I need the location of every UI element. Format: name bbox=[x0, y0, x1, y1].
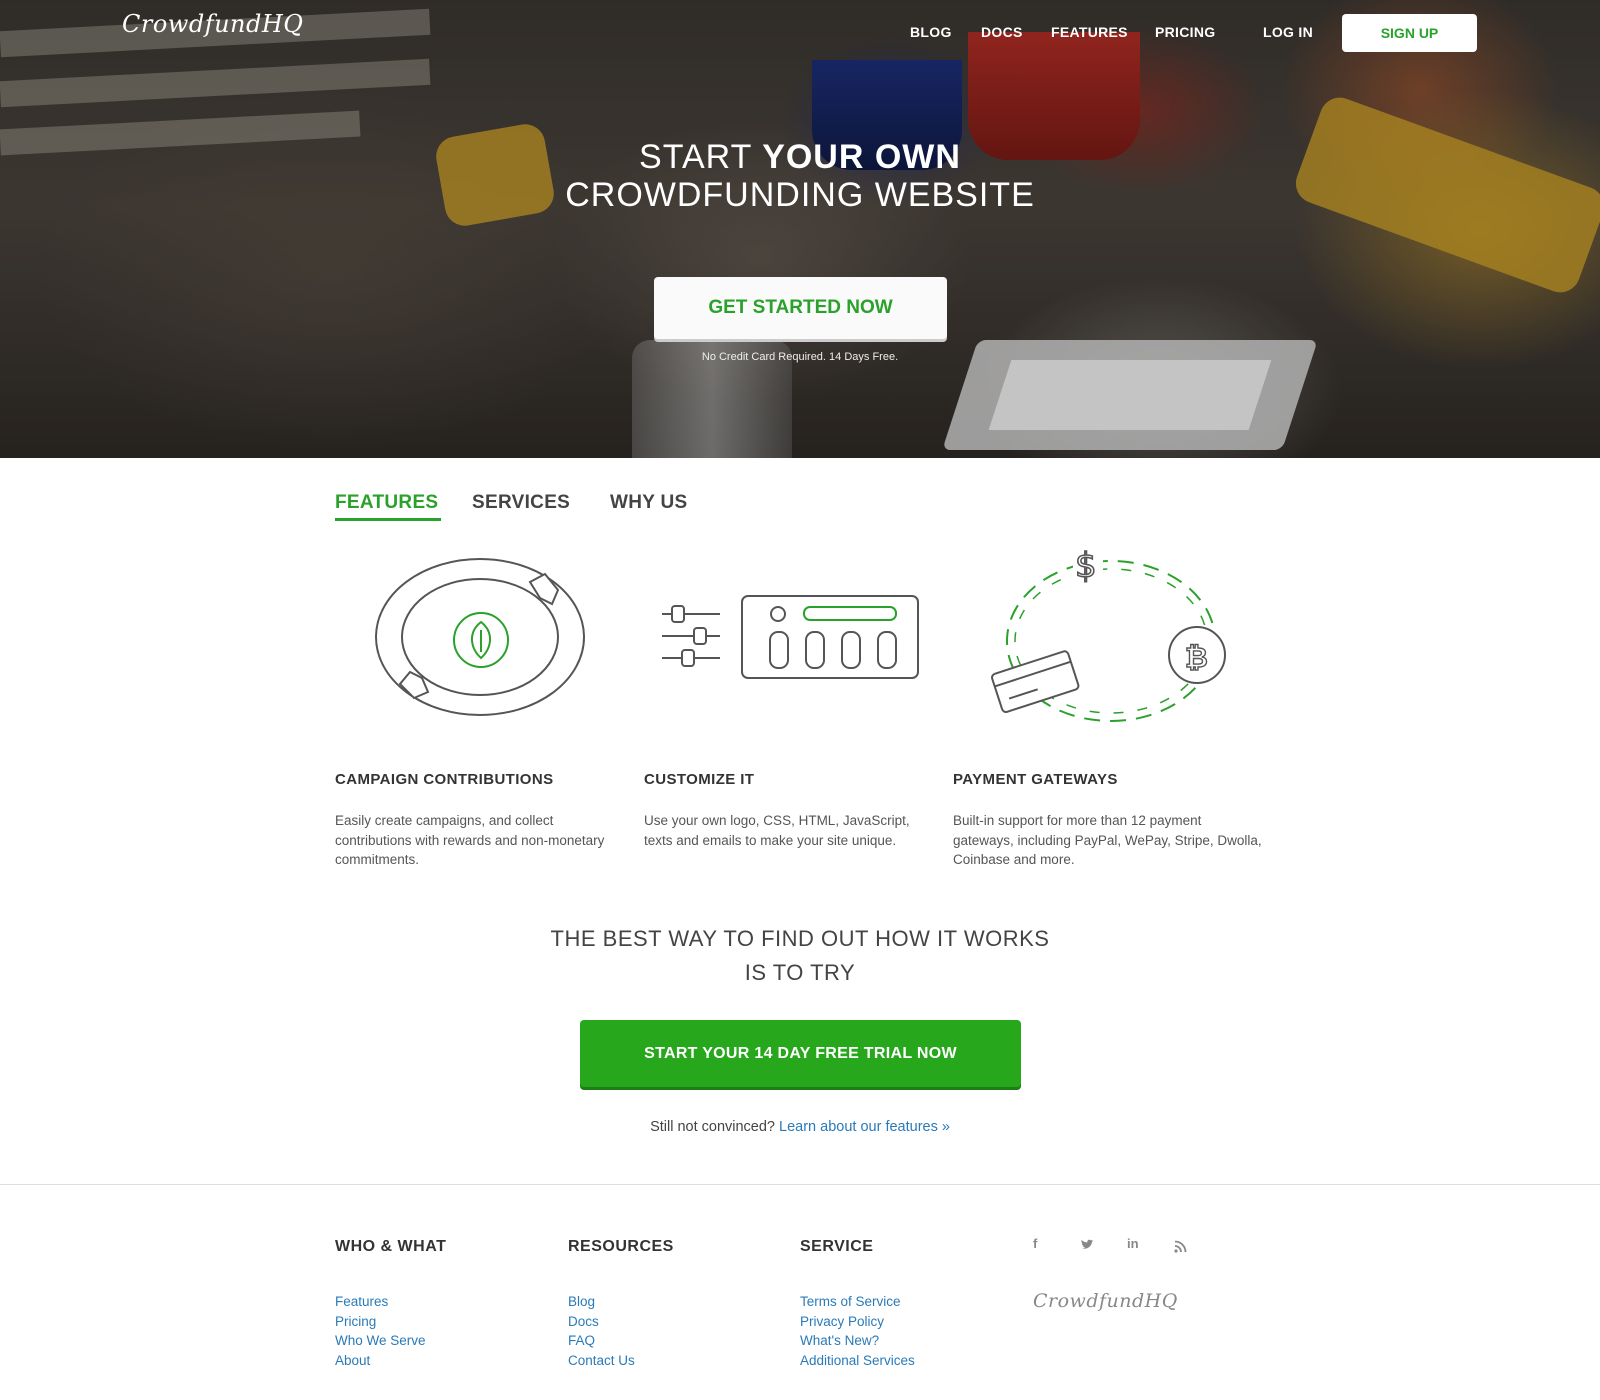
svg-text:$: $ bbox=[1075, 546, 1097, 586]
hero-overlay bbox=[0, 0, 1600, 458]
feature-title-campaign: CAMPAIGN CONTRIBUTIONS bbox=[335, 771, 554, 788]
feature-title-payment: PAYMENT GATEWAYS bbox=[953, 771, 1118, 788]
hero-title-line-2: CROWDFUNDING WEBSITE bbox=[565, 176, 1035, 214]
nav-features[interactable]: FEATURES bbox=[1051, 24, 1128, 42]
footer-list-service: Terms of Service Privacy Policy What's N… bbox=[800, 1292, 915, 1370]
footer-list-who-what: Features Pricing Who We Serve About bbox=[335, 1292, 426, 1370]
nav-docs[interactable]: DOCS bbox=[981, 24, 1023, 42]
still-text: Still not convinced? bbox=[650, 1119, 775, 1135]
footer-link-who-we-serve[interactable]: Who We Serve bbox=[335, 1333, 426, 1348]
facebook-icon[interactable]: f bbox=[1033, 1236, 1037, 1251]
feature-title-customize: CUSTOMIZE IT bbox=[644, 771, 755, 788]
tab-services[interactable]: SERVICES bbox=[472, 492, 570, 514]
tab-active-indicator bbox=[335, 518, 441, 521]
nav-login[interactable]: LOG IN bbox=[1263, 24, 1313, 42]
nav-pricing[interactable]: PRICING bbox=[1155, 24, 1215, 42]
footer-link-faq[interactable]: FAQ bbox=[568, 1333, 595, 1348]
footer-logo[interactable]: CrowdfundHQ bbox=[1033, 1290, 1178, 1312]
nav-blog[interactable]: BLOG bbox=[910, 24, 952, 42]
footer-link-features[interactable]: Features bbox=[335, 1294, 388, 1309]
footer-heading-service: SERVICE bbox=[800, 1238, 874, 1255]
footer-divider bbox=[0, 1184, 1600, 1185]
footer-link-contact-us[interactable]: Contact Us bbox=[568, 1353, 635, 1368]
feature-desc-campaign: Easily create campaigns, and collect con… bbox=[335, 813, 605, 867]
tab-features[interactable]: FEATURES bbox=[335, 492, 438, 514]
svg-text:₿: ₿ bbox=[1185, 641, 1208, 674]
footer-link-pricing[interactable]: Pricing bbox=[335, 1314, 376, 1329]
footer-link-docs[interactable]: Docs bbox=[568, 1314, 599, 1329]
footer-heading-resources: RESOURCES bbox=[568, 1238, 674, 1255]
feature-desc-payment: Built-in support for more than 12 paymen… bbox=[953, 813, 1262, 867]
footer-link-blog[interactable]: Blog bbox=[568, 1294, 595, 1309]
learn-features-link[interactable]: Learn about our features » bbox=[779, 1119, 950, 1135]
brand-logo[interactable]: CrowdfundHQ bbox=[122, 10, 303, 38]
still-not-convinced: Still not convinced? Learn about our fea… bbox=[500, 1119, 1100, 1135]
footer-link-about[interactable]: About bbox=[335, 1353, 370, 1368]
payment-cycle-icon: $ ₿ bbox=[991, 545, 1226, 722]
hero-title-light: START bbox=[639, 138, 752, 176]
hero-note: No Credit Card Required. 14 Days Free. bbox=[701, 351, 899, 363]
try-title-line-2: IS TO TRY bbox=[744, 960, 856, 985]
footer-link-terms[interactable]: Terms of Service bbox=[800, 1294, 901, 1309]
twitter-icon[interactable] bbox=[1080, 1239, 1094, 1251]
try-title-line-1: THE BEST WAY TO FIND OUT HOW IT WORKS bbox=[550, 926, 1050, 951]
hero-section bbox=[0, 0, 1600, 458]
feature-desc-customize: Use your own logo, CSS, HTML, JavaScript… bbox=[644, 813, 910, 848]
get-started-button[interactable]: GET STARTED NOW bbox=[654, 277, 947, 339]
hero-title-bold: YOUR OWN bbox=[762, 138, 961, 176]
linkedin-icon[interactable]: in bbox=[1127, 1236, 1139, 1251]
signup-button[interactable]: SIGN UP bbox=[1342, 14, 1477, 52]
footer-link-whats-new[interactable]: What's New? bbox=[800, 1333, 879, 1348]
hero-title: START YOUR OWN CROWDFUNDING WEBSITE bbox=[400, 138, 1200, 214]
footer-link-additional-services[interactable]: Additional Services bbox=[800, 1353, 915, 1368]
sliders-panel-icon bbox=[662, 595, 919, 679]
footer-heading-who-what: WHO & WHAT bbox=[335, 1238, 447, 1255]
footer-link-privacy[interactable]: Privacy Policy bbox=[800, 1314, 884, 1329]
rss-icon[interactable] bbox=[1174, 1240, 1187, 1253]
try-section-title: THE BEST WAY TO FIND OUT HOW IT WORKS IS… bbox=[400, 922, 1200, 990]
footer-list-resources: Blog Docs FAQ Contact Us bbox=[568, 1292, 635, 1370]
coin-hands-icon bbox=[375, 558, 585, 716]
tab-why-us[interactable]: WHY US bbox=[610, 492, 687, 514]
start-trial-button[interactable]: START YOUR 14 DAY FREE TRIAL NOW bbox=[580, 1020, 1021, 1087]
